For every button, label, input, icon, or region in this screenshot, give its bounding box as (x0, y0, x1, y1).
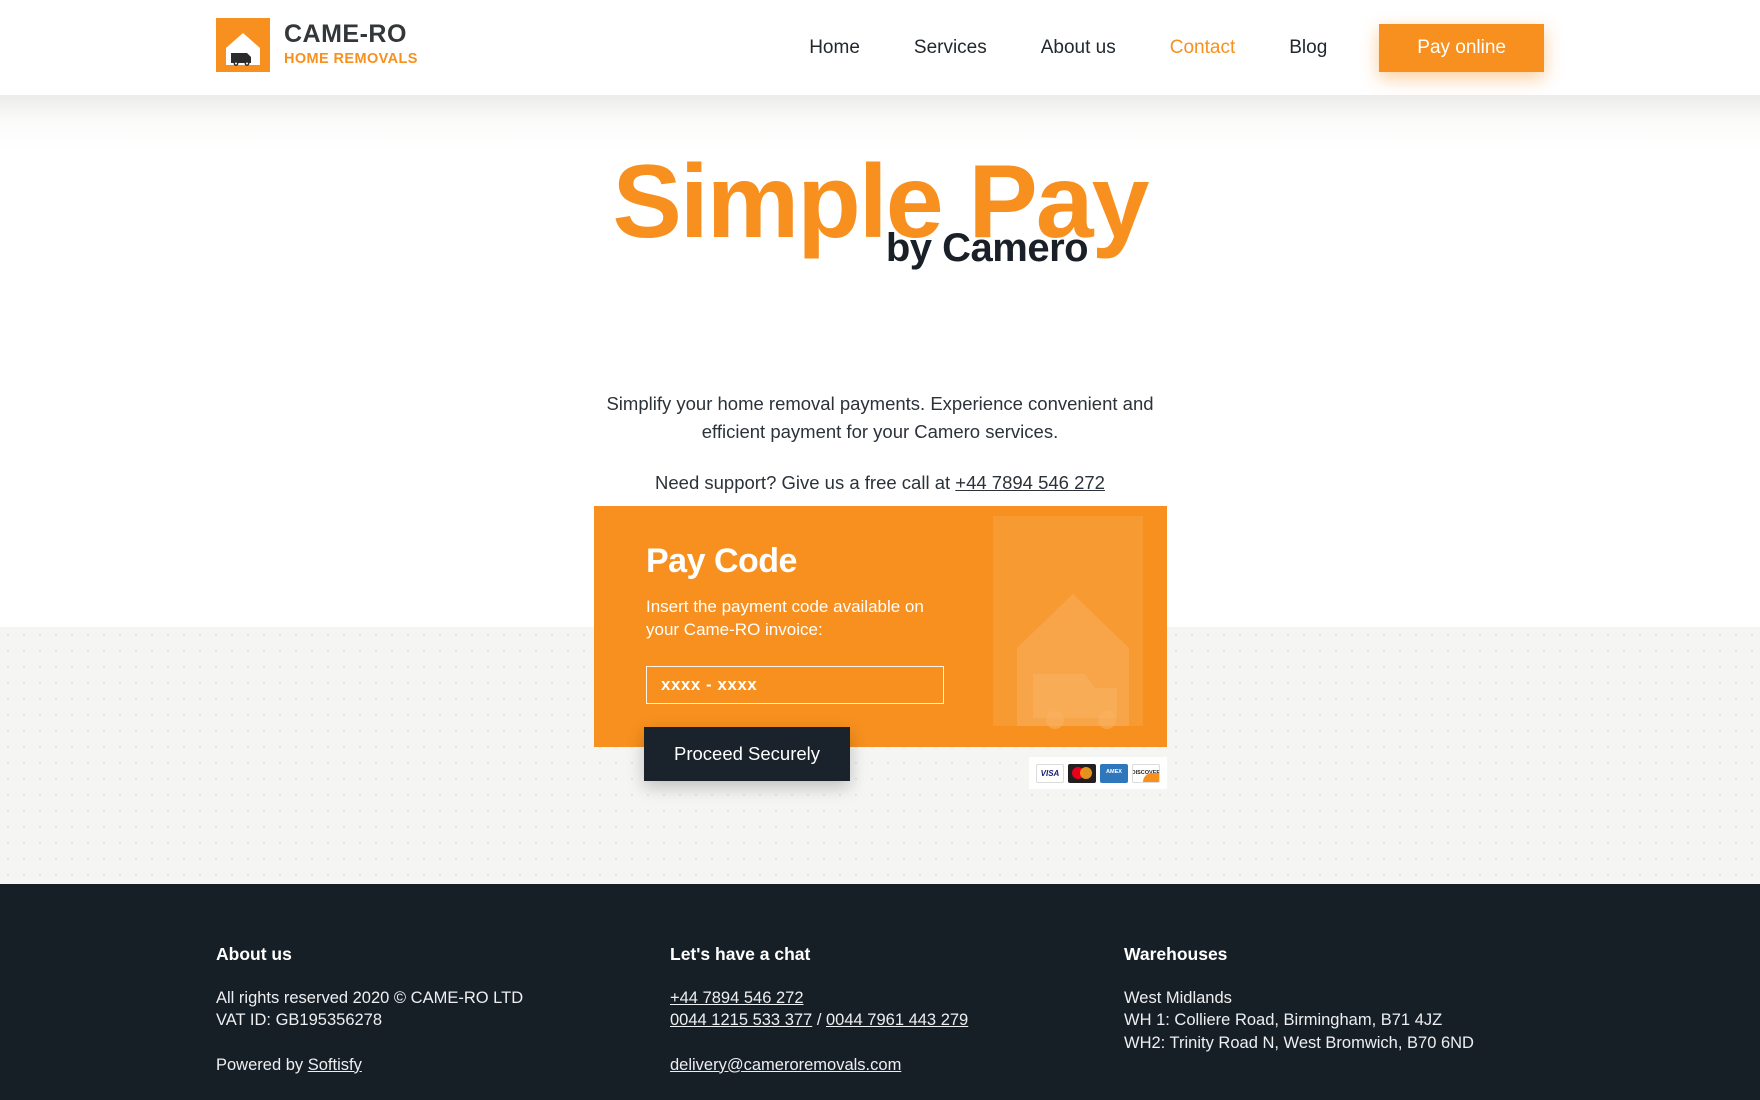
pay-code-description: Insert the payment code available on you… (646, 597, 924, 639)
visa-card-icon: VISA (1036, 763, 1064, 783)
mastercard-card-icon (1068, 763, 1096, 783)
pay-code-title: Pay Code (646, 542, 797, 580)
footer-column-chat: Let's have a chat +44 7894 546 272 0044 … (670, 944, 1030, 1076)
nav-item-contact[interactable]: Contact (1143, 22, 1262, 74)
pay-code-input[interactable] (646, 665, 944, 704)
pay-code-card: Pay Code Insert the payment code availab… (594, 506, 1167, 747)
nav-item-home[interactable]: Home (782, 22, 887, 74)
proceed-securely-button[interactable]: Proceed Securely (644, 727, 851, 781)
hero-lead-line-1: Simplify your home removal payments. Exp… (606, 393, 1154, 414)
support-phone-link[interactable]: +44 7894 546 272 (955, 472, 1105, 493)
footer-about-heading: About us (216, 944, 292, 964)
main-navigation: Home Services About us Contact Blog Pay … (782, 22, 1544, 74)
footer-column-about: About us All rights reserved 2020 © CAME… (216, 944, 596, 1076)
accepted-cards-strip: VISA AMEX DISCOVER (1029, 757, 1167, 789)
pay-online-button[interactable]: Pay online (1379, 24, 1544, 72)
hero-lead-line-2: efficient payment for your Camero servic… (701, 420, 1059, 442)
logo-company-name: CAME-RO (284, 20, 407, 49)
house-truck-logo-icon (216, 18, 270, 72)
hero-lead-text: Simplify your home removal payments. Exp… (0, 390, 1760, 446)
footer-chat-heading: Let's have a chat (670, 944, 811, 964)
amex-card-icon: AMEX (1100, 763, 1128, 783)
hero-section: Simple Pay by Camero Simplify your home … (0, 150, 1760, 494)
logo-wordmark: CAME-RO HOME REMOVALS (284, 21, 418, 68)
support-line: Need support? Give us a free call at +44… (0, 472, 1760, 494)
hero-title-wrap: Simple Pay by Camero (0, 150, 1760, 280)
footer-chat-spacer (670, 1032, 1030, 1054)
footer-softisfy-link[interactable]: Softisfy (308, 1056, 362, 1074)
footer-about-spacer (216, 1032, 596, 1054)
footer-phone-alt-1-link[interactable]: 0044 1215 533 377 (670, 1011, 812, 1029)
footer-vat-text: VAT ID: GB195356278 (216, 1011, 383, 1030)
footer-column-warehouses: Warehouses West Midlands WH 1: Colliere … (1124, 944, 1604, 1054)
page-subtitle-brand: by Camero (885, 226, 1089, 270)
logo-tagline: HOME REMOVALS (284, 50, 418, 67)
site-footer: About us All rights reserved 2020 © CAME… (0, 884, 1760, 1100)
nav-item-services[interactable]: Services (887, 22, 1014, 74)
site-header: CAME-RO HOME REMOVALS Home Services Abou… (0, 0, 1760, 95)
footer-phone-separator: / (812, 1011, 826, 1030)
discover-card-icon: DISCOVER (1132, 763, 1160, 783)
support-prefix-text: Need support? Give us a free call at (655, 471, 956, 493)
footer-powered-by: Powered by Softisfy (216, 1054, 596, 1076)
pay-online-wrapper: Pay online (1379, 24, 1544, 72)
site-logo[interactable]: CAME-RO HOME REMOVALS (216, 18, 418, 72)
footer-email-row: delivery@cameroremovals.com (670, 1054, 1030, 1076)
footer-warehouse-1: WH 1: Colliere Road, Birmingham, B71 4JZ (1124, 1011, 1443, 1030)
page-root: CAME-RO HOME REMOVALS Home Services Abou… (0, 0, 1760, 1100)
footer-phone-main-link[interactable]: +44 7894 546 272 (670, 989, 804, 1007)
footer-warehouse-region: West Midlands (1124, 989, 1232, 1007)
footer-phone-alt-2-link[interactable]: 0044 7961 443 279 (826, 1011, 968, 1029)
footer-phone-main-row: +44 7894 546 272 (670, 987, 1030, 1009)
footer-warehouses-heading: Warehouses (1124, 944, 1228, 964)
pay-code-card-content: Pay Code Insert the payment code availab… (594, 506, 1167, 704)
footer-columns: About us All rights reserved 2020 © CAME… (0, 884, 1760, 1100)
footer-warehouse-2: WH2: Trinity Road N, West Bromwich, B70 … (1124, 1033, 1474, 1052)
header-shadow (0, 95, 1760, 150)
nav-item-blog[interactable]: Blog (1262, 22, 1354, 74)
footer-email-link[interactable]: delivery@cameroremovals.com (670, 1056, 901, 1074)
footer-powered-prefix: Powered by (216, 1055, 308, 1074)
nav-item-about-us[interactable]: About us (1014, 22, 1143, 74)
footer-phone-alt-row: 0044 1215 533 377 / 0044 7961 443 279 (670, 1009, 1030, 1031)
footer-rights-text: All rights reserved 2020 © CAME-RO LTD (216, 989, 524, 1007)
